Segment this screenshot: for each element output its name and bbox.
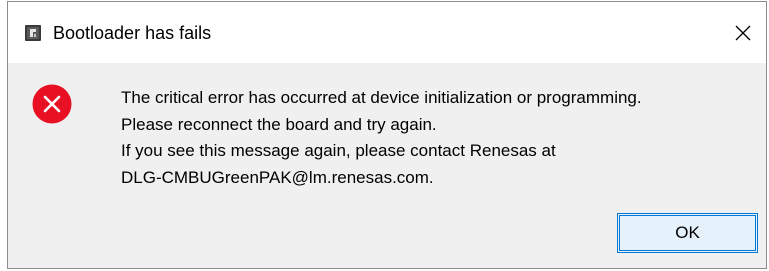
window-title: Bootloader has fails bbox=[53, 23, 212, 43]
message-line: If you see this message again, please co… bbox=[121, 141, 556, 160]
ok-button[interactable]: OK bbox=[617, 213, 758, 253]
title-bar[interactable]: Bootloader has fails bbox=[8, 2, 766, 63]
message-line: DLG-CMBUGreenPAK@lm.renesas.com. bbox=[121, 167, 434, 187]
close-icon bbox=[735, 25, 751, 41]
app-chip-icon bbox=[25, 25, 41, 41]
message-line: The critical error has occurred at devic… bbox=[121, 88, 642, 107]
message-text: The critical error has occurred at devic… bbox=[121, 85, 761, 191]
message-line: Please reconnect the board and try again… bbox=[121, 114, 437, 134]
close-button[interactable] bbox=[720, 2, 766, 63]
error-dialog: Bootloader has fails The critical error … bbox=[7, 1, 767, 269]
error-icon bbox=[32, 84, 72, 124]
